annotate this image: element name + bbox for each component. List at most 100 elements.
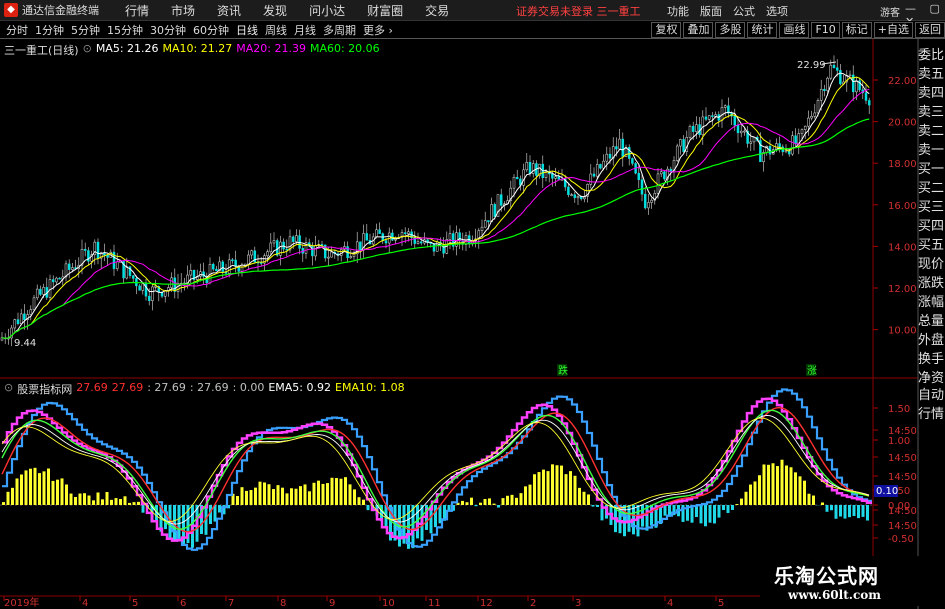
guest-label[interactable]: 游客 [880,4,900,19]
menu-assistant[interactable]: 问小达 [309,2,345,19]
candle-body [131,275,135,279]
menu-functions[interactable]: 功能 [667,3,689,19]
histogram-bar [249,490,253,505]
indicator-axis: 1.5014:501.0014:5014:500.5014:500.0014:5… [873,404,917,545]
candle-body [362,233,365,251]
legend-settings-icon[interactable]: ⊙ [83,42,92,58]
candle-body [647,202,650,209]
quote-label: 涨跌 [918,276,945,291]
quote-label: 涨幅 [918,295,945,310]
menu-quotes[interactable]: 行情 [125,2,149,19]
candle-body [611,146,615,159]
indicator-tick-label: 0.00 [888,501,910,512]
candle-body [499,194,503,206]
tool-f10[interactable]: F10 [811,22,840,38]
histogram-bar [848,505,851,518]
candle-body [781,146,785,153]
histogram-bar [618,505,622,534]
indicator-name[interactable]: 股票指标网 [17,381,72,397]
ma60-value: MA60: 20.06 [309,42,380,55]
histogram-bar [195,505,199,542]
quotes-label[interactable]: 行情 [918,405,945,424]
menu-wealth[interactable]: 财富圈 [367,2,403,19]
histogram-bar [533,474,536,505]
event-label-fall: 跌 [558,364,568,377]
tool-stats[interactable]: 统计 [747,22,778,38]
histogram-bar [56,479,59,505]
candle-body [586,184,589,197]
histogram-bar [510,494,514,505]
menu-market[interactable]: 市场 [171,2,195,19]
menu-discover[interactable]: 发现 [263,2,287,19]
tool-mark[interactable]: 标记 [841,22,872,38]
indicator-line [1,414,870,525]
quote-label: 买一 [918,162,945,177]
candle-body [640,179,644,195]
candle-body [832,64,836,68]
candle-body [723,105,727,108]
candle-body [650,199,653,203]
histogram-bar [623,505,626,537]
indicator-settings-icon[interactable]: ⊙ [4,381,13,397]
chart-area[interactable]: 22.0020.0018.0016.0014.0012.0010.00 1.50… [0,0,945,609]
candle-body [170,277,173,288]
stock-name[interactable]: 三一重工(日线) [4,42,79,58]
tab-multi-period[interactable]: 多周期 [323,22,356,38]
candle-body [336,253,340,256]
histogram-bar [137,501,140,505]
candle-body [160,291,164,297]
tab-60min[interactable]: 60分钟 [193,22,229,38]
candle-body [787,150,791,155]
tab-intraday[interactable]: 分时 [6,22,28,38]
candle-body [663,171,666,180]
histogram-bar [339,478,343,505]
candle-body [563,179,567,188]
tool-back[interactable]: 返回 [915,22,945,38]
tab-more[interactable]: 更多 › [363,22,393,38]
menu-news[interactable]: 资讯 [217,2,241,19]
tab-weekly[interactable]: 周线 [265,22,287,38]
tab-1min[interactable]: 1分钟 [35,22,64,38]
quote-label: 买二 [918,181,945,196]
candle-body [51,279,55,283]
quote-label: 买四 [918,219,945,234]
candle-body [554,176,557,179]
candle-body [707,115,711,120]
auto-label[interactable]: 自动 [918,386,945,405]
tool-add-watchlist[interactable]: +自选 [873,22,913,38]
tool-overlay[interactable]: 叠加 [683,22,714,38]
menu-layout[interactable]: 版面 [700,3,722,19]
login-notice[interactable]: 证券交易未登录 三一重工 [516,3,641,19]
candle-body [285,248,289,251]
tab-30min[interactable]: 30分钟 [150,22,186,38]
histogram-bar [272,489,275,505]
candle-body [749,141,753,144]
tab-daily[interactable]: 日线 [236,22,258,38]
candle-body [295,235,298,242]
tab-5min[interactable]: 5分钟 [71,22,100,38]
histogram-bar [294,488,298,505]
candle-body [819,88,823,101]
menu-options[interactable]: 选项 [766,3,788,19]
quote-label: 总量 [918,314,945,329]
candle-body [483,220,487,228]
histogram-bar [371,505,374,512]
histogram-bar [474,505,478,507]
tab-monthly[interactable]: 月线 [294,22,316,38]
candle-body [48,279,52,298]
menu-formula[interactable]: 公式 [733,3,755,19]
histogram-bar [402,505,406,544]
candle-body [576,196,580,199]
candle-body [173,277,177,292]
candle-body [202,271,205,277]
menu-trade[interactable]: 交易 [425,2,449,19]
tool-adjust[interactable]: 复权 [651,22,682,38]
candle-body [627,147,631,159]
tab-15min[interactable]: 15分钟 [107,22,143,38]
tool-draw[interactable]: 画线 [779,22,810,38]
candle-body [803,125,807,130]
candle-body [771,149,775,155]
tool-multi-stock[interactable]: 多股 [715,22,746,38]
candle-body [519,178,522,186]
histogram-bar [528,484,532,505]
